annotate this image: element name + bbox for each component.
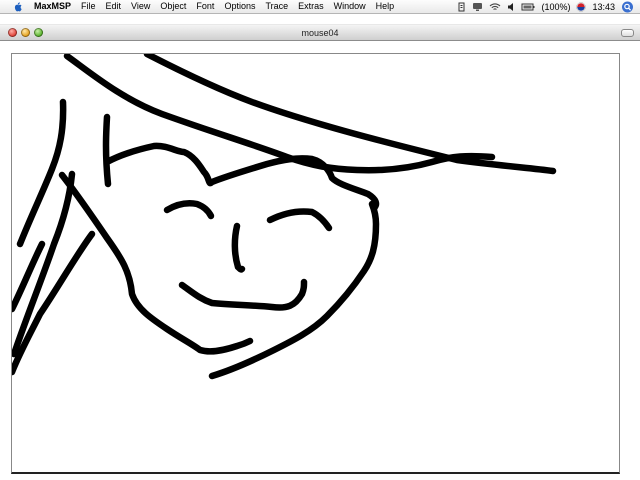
menu-object[interactable]: Object (155, 0, 191, 13)
menubar-clock[interactable]: 13:43 (592, 2, 615, 12)
toolbar-toggle-button[interactable] (621, 29, 634, 37)
hair-strand-4 (12, 240, 46, 313)
freehand-drawing (12, 54, 557, 380)
menu-trace[interactable]: Trace (260, 0, 293, 13)
menu-font[interactable]: Font (191, 0, 219, 13)
volume-icon[interactable] (507, 2, 515, 12)
menu-options[interactable]: Options (219, 0, 260, 13)
hat-brim-top-stroke (143, 54, 557, 175)
left-eye-stroke (163, 200, 215, 220)
battery-percentage: (100%) (541, 1, 571, 12)
drawing-canvas[interactable] (11, 53, 620, 474)
right-eye-stroke (266, 208, 333, 232)
menu-file[interactable]: File (76, 0, 101, 13)
mouth-stroke (178, 278, 308, 311)
menu-help[interactable]: Help (371, 0, 400, 13)
menu-app-name[interactable]: MaxMSP (32, 0, 76, 13)
face-outline-stroke (58, 171, 254, 355)
battery-icon[interactable] (521, 2, 535, 12)
display-icon[interactable] (472, 2, 483, 12)
spotlight-search-icon[interactable] (621, 1, 634, 13)
menu-extras[interactable]: Extras (293, 0, 329, 13)
window-titlebar[interactable]: mouse04 (0, 24, 640, 41)
status-area: (100%) 13:43 (457, 0, 640, 13)
menu-view[interactable]: View (126, 0, 155, 13)
menu-window[interactable]: Window (329, 0, 371, 13)
input-flag-icon[interactable] (576, 1, 587, 12)
menu-bar: MaxMSP File Edit View Object Font Option… (0, 0, 640, 14)
patcher-window: mouse04 (0, 24, 640, 480)
menu-edit[interactable]: Edit (101, 0, 127, 13)
hair-strand-2 (12, 170, 76, 358)
wifi-icon[interactable] (489, 2, 501, 12)
apple-logo-icon[interactable] (11, 1, 23, 12)
script-menu-icon[interactable] (457, 2, 466, 12)
hair-strand-1 (16, 98, 67, 248)
window-title: mouse04 (301, 28, 339, 38)
nose-stroke (231, 222, 246, 273)
